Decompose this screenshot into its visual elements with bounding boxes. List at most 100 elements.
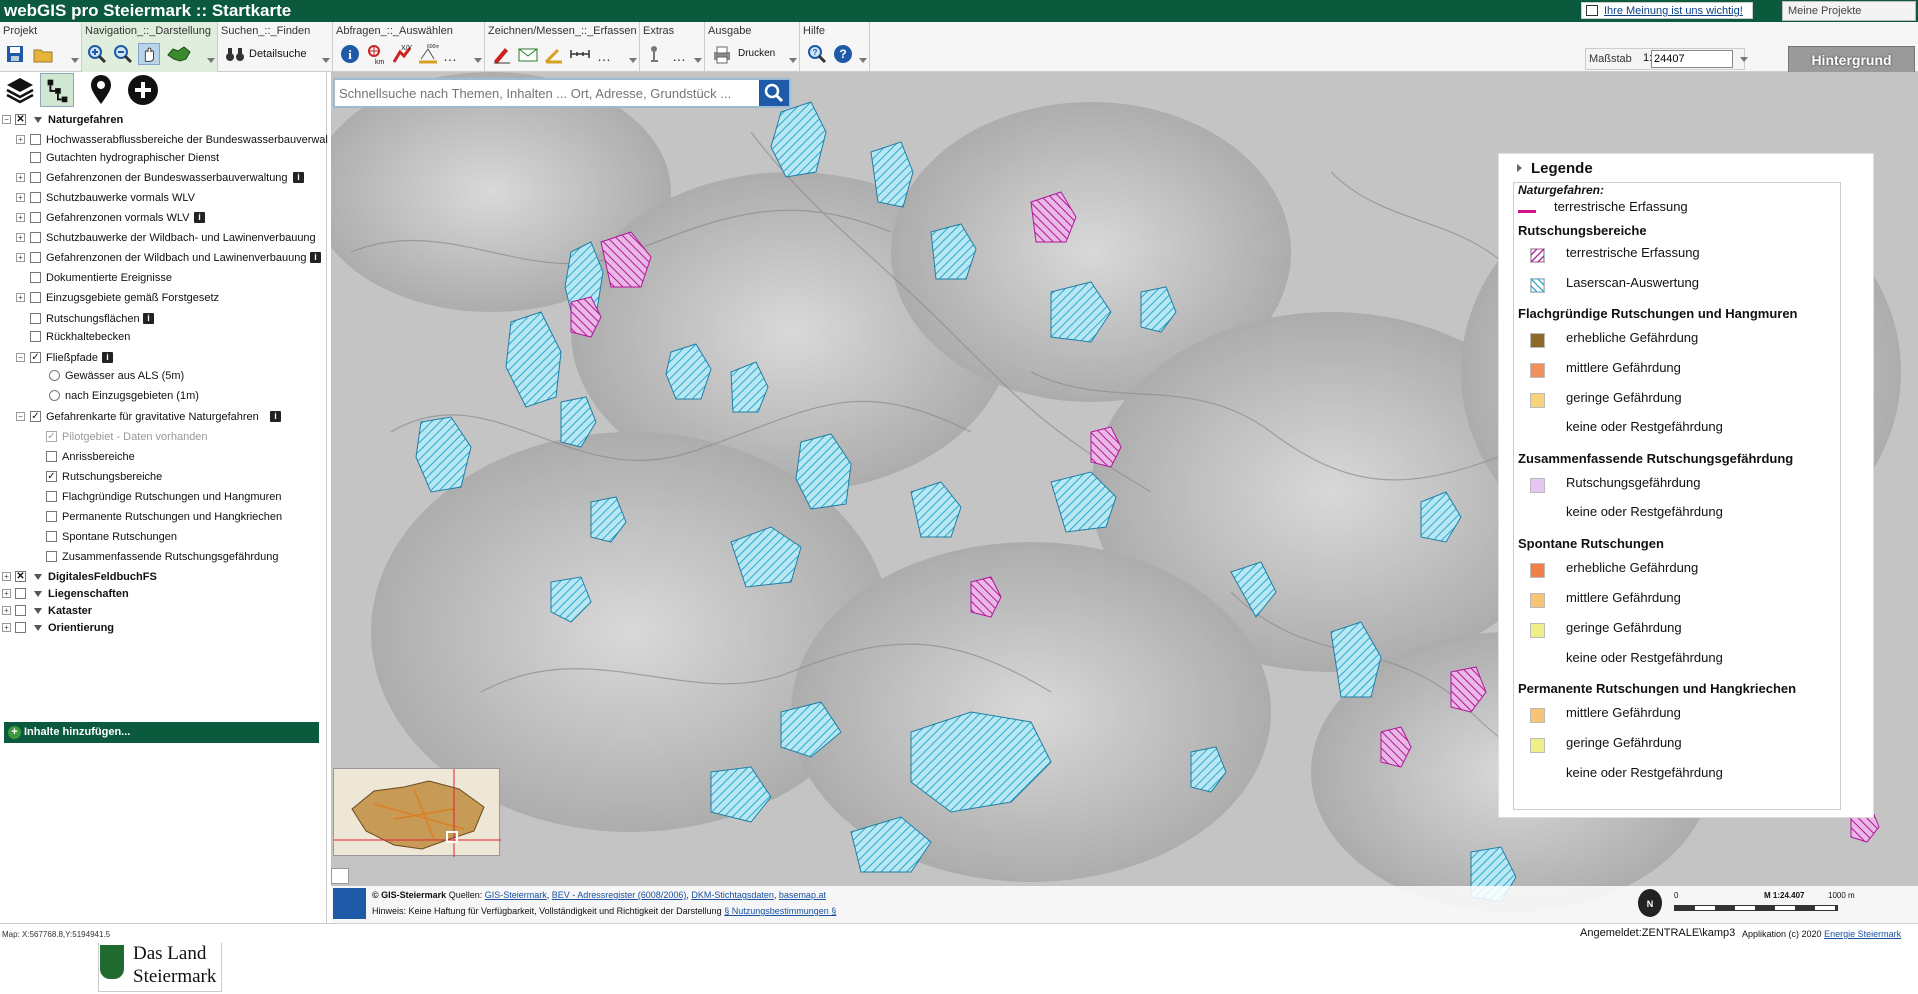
expand-icon[interactable]: + (16, 233, 25, 242)
expand-icon[interactable]: + (16, 193, 25, 202)
tree-checkbox[interactable] (30, 252, 41, 263)
tree-item-label[interactable]: Hochwasserabflussbereiche der Bundeswass… (46, 132, 328, 148)
tree-item-label[interactable]: Gefahrenzonen der Bundeswasserbauverwalt… (46, 170, 288, 186)
tree-checkbox[interactable] (46, 491, 57, 502)
overview-toggle-button[interactable] (331, 868, 349, 884)
legend-collapse-icon[interactable] (1517, 164, 1522, 172)
tree-checkbox[interactable]: ✓ (46, 471, 57, 482)
tree-checkbox[interactable] (30, 212, 41, 223)
expand-icon[interactable]: + (2, 589, 11, 598)
tree-item-label[interactable]: Rutschungsbereiche (62, 469, 162, 485)
source-link-bev[interactable]: BEV - Adressregister (6008/2006) (552, 890, 687, 900)
coordinate-query-icon[interactable]: km (365, 43, 387, 65)
tree-item-label[interactable]: Schutzbauwerke der Wildbach- und Lawinen… (46, 230, 316, 246)
projekt-more-arrow[interactable] (71, 58, 79, 63)
tree-checkbox[interactable]: ✓ (46, 431, 57, 442)
expand-icon[interactable]: + (16, 173, 25, 182)
tree-checkbox[interactable] (30, 272, 41, 283)
tree-checkbox[interactable] (30, 313, 41, 324)
tree-checkbox[interactable]: ✓ (30, 352, 41, 363)
detailsuche-button[interactable]: Detailsuche (249, 43, 306, 65)
feedback-button[interactable]: Ihre Meinung ist uns wichtig! (1581, 2, 1753, 19)
tree-checkbox[interactable] (30, 152, 41, 163)
tree-checkbox[interactable]: ✓ (30, 411, 41, 422)
group-label-suchen[interactable]: Suchen_::_Finden (221, 25, 310, 37)
group-label-hilfe[interactable]: Hilfe (803, 25, 825, 37)
tree-item-label[interactable]: Fließpfade (46, 350, 98, 366)
ausgabe-more-arrow[interactable] (789, 58, 797, 63)
legend-title[interactable]: Legende (1531, 160, 1593, 177)
tree-checkbox[interactable] (30, 134, 41, 145)
expand-icon[interactable]: + (16, 253, 25, 262)
land-steiermark-logo[interactable]: Das Land Steiermark (0, 936, 325, 994)
save-icon[interactable] (4, 43, 26, 65)
tree-checkbox[interactable]: ✕ (15, 114, 26, 125)
layer-options-arrow[interactable] (34, 591, 42, 597)
zeichnen-more-dots[interactable]: … (597, 49, 612, 63)
tree-checkbox[interactable]: ✕ (15, 571, 26, 582)
overview-map[interactable] (333, 768, 501, 857)
layer-options-arrow[interactable] (34, 608, 42, 614)
group-label-extras[interactable]: Extras (643, 25, 674, 37)
group-label-abfragen[interactable]: Abfragen_::_Auswählen (336, 25, 453, 37)
info-icon[interactable]: i (102, 352, 113, 363)
tree-checkbox[interactable] (46, 551, 57, 562)
tree-item-label[interactable]: Gefahrenzonen der Wildbach und Lawinenve… (46, 250, 307, 266)
tree-checkbox[interactable] (46, 531, 57, 542)
energie-steiermark-link[interactable]: Energie Steiermark (1824, 929, 1901, 939)
search-button[interactable] (759, 80, 789, 106)
tree-item-label[interactable]: Schutzbauwerke vormals WLV (46, 190, 195, 206)
extras-tool-icon[interactable] (646, 43, 668, 65)
source-link-gis[interactable]: GIS-Steiermark (485, 890, 547, 900)
layers-icon[interactable] (3, 73, 37, 107)
terms-link[interactable]: § Nutzungsbestimmungen § (724, 906, 836, 916)
tree-item-label[interactable]: Dokumentierte Ereignisse (46, 270, 172, 286)
tree-item-label[interactable]: Pilotgebiet - Daten vorhanden (62, 429, 208, 445)
tree-item-label[interactable]: nach Einzugsgebieten (1m) (65, 388, 199, 404)
tree-checkbox[interactable] (46, 451, 57, 462)
tree-item-label[interactable]: Zusammenfassende Rutschungsgefährdung (62, 549, 278, 565)
scale-input[interactable] (1651, 50, 1733, 68)
expand-icon[interactable]: + (16, 213, 25, 222)
abfragen-more-arrow[interactable] (474, 58, 482, 63)
help-search-icon[interactable]: ? (806, 43, 828, 65)
projects-select[interactable]: Meine Projekte (1782, 1, 1916, 21)
group-label-projekt[interactable]: Projekt (3, 25, 37, 37)
zeichnen-more-arrow[interactable] (629, 58, 637, 63)
measure-distance-icon[interactable] (569, 43, 591, 65)
hilfe-more-arrow[interactable] (859, 58, 867, 63)
info-icon[interactable]: i (293, 172, 304, 183)
layer-tree-icon[interactable] (40, 73, 74, 107)
extras-more-arrow[interactable] (694, 58, 702, 63)
expand-icon[interactable]: + (16, 135, 25, 144)
collapse-icon[interactable]: − (16, 353, 25, 362)
tree-checkbox[interactable] (15, 605, 26, 616)
pan-hand-icon[interactable] (138, 43, 160, 65)
info-icon[interactable]: i (143, 313, 154, 324)
tree-item-label[interactable]: Rückhaltebecken (46, 329, 130, 345)
expand-icon[interactable]: + (16, 293, 25, 302)
tree-item-label[interactable]: Spontane Rutschungen (62, 529, 177, 545)
tree-checkbox[interactable] (15, 622, 26, 633)
source-link-dkm[interactable]: DKM-Stichtagsdaten (691, 890, 774, 900)
tree-checkbox[interactable] (15, 588, 26, 599)
select-area-icon[interactable]: 600m (417, 43, 439, 65)
layer-options-arrow[interactable] (34, 574, 42, 580)
tree-checkbox[interactable] (30, 232, 41, 243)
extras-more-dots[interactable]: … (672, 49, 687, 63)
collapse-icon[interactable]: − (2, 115, 11, 124)
expand-icon[interactable]: + (2, 623, 11, 632)
expand-icon[interactable]: + (2, 572, 11, 581)
abfragen-more-dots[interactable]: … (443, 49, 458, 63)
tree-item-label[interactable]: Gutachten hydrographischer Dienst (46, 150, 219, 166)
source-link-basemap[interactable]: basemap.at (779, 890, 826, 900)
tree-item-label[interactable]: Kataster (48, 603, 92, 619)
tree-checkbox[interactable] (30, 192, 41, 203)
group-label-ausgabe[interactable]: Ausgabe (708, 25, 751, 37)
draw-envelope-icon[interactable] (517, 43, 539, 65)
expand-icon[interactable]: + (2, 606, 11, 615)
tree-item-label[interactable]: Naturgefahren (48, 112, 123, 128)
info-icon[interactable]: i (270, 411, 281, 422)
tree-item-label[interactable]: Flachgründige Rutschungen und Hangmuren (62, 489, 282, 505)
collapse-icon[interactable]: − (16, 412, 25, 421)
